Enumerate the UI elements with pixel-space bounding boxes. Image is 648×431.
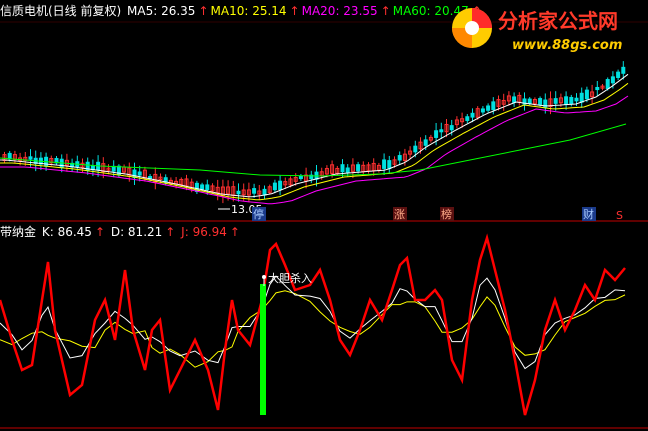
price-panel[interactable]: 13.05停涨榜财 S [0,61,629,222]
candle-body [236,190,241,195]
event-badge-label: 停 [253,207,264,221]
candle-body [512,96,517,103]
badge-s: S [616,209,623,222]
candle-body [345,167,350,173]
candle-body [465,116,470,121]
chart-canvas: 13.05停涨榜财 S 大胆杀入 [0,21,648,429]
event-badge-label: 涨 [394,208,405,221]
k-value: K: 86.45 [41,225,92,239]
up-arrow-icon: ↑ [198,4,209,18]
up-arrow-icon: ↑ [94,225,105,239]
candle-body [387,160,392,170]
stock-title: 信质电机(日线 前复权) [0,4,122,18]
candle-body [486,105,491,111]
up-arrow-icon: ↑ [289,4,300,18]
event-badge-label: 财 [583,207,594,221]
candle-body [205,184,210,191]
candle-body [382,159,387,169]
candle-body [579,92,584,103]
candle-body [616,71,621,78]
candle-body [397,155,402,161]
kdj-header: 带纳金 K: 86.45 ↑ D: 81.21 ↑ J: 96.94 ↑ [0,222,242,242]
candle-body [480,108,485,113]
candle-body [605,79,610,90]
candle-body [491,101,496,111]
logo-url: www.88gs.com [512,38,622,53]
candle-body [538,98,543,105]
candle-body [569,96,574,105]
candle-body [423,139,428,146]
candle-body [272,182,277,191]
candle-body [28,156,33,160]
candle-body [470,112,475,118]
candle-body [527,98,532,104]
price-header: 信质电机(日线 前复权) MA5: 26.35 ↑ MA10: 25.14 ↑ MA20… [0,1,486,21]
candle-body [7,152,12,160]
candle-body [584,89,589,100]
candle-body [252,188,257,194]
candle-body [449,125,454,131]
candle-body [137,171,142,176]
candle-body [621,66,626,74]
candle-body [610,76,615,84]
up-arrow-icon: ↑ [229,225,240,239]
logo-title: 分析家公式网 [498,9,618,33]
ma20-line [0,95,629,205]
candle-body [262,188,267,196]
ma-label-0: MA5: 26.35 [127,4,196,18]
event-badge-label: 榜 [441,207,452,221]
candle-body [595,86,600,91]
j-value: J: 96.94 [181,225,227,239]
j-line [0,233,626,416]
ma-label-2: MA20: 23.55 [301,4,378,18]
candle-body [356,164,361,172]
ma5-line [0,73,629,198]
candle-body [413,145,418,153]
candle-body [439,129,444,133]
up-arrow-icon: ↑ [380,4,391,18]
candle-body [434,130,439,138]
candle-body [278,180,283,191]
up-arrow-icon: ↑ [165,225,176,239]
ma-label-1: MA10: 25.14 [210,4,287,18]
d-value: D: 81.21 [110,225,163,239]
site-logo: 分析家公式网 www.88gs.com [452,8,622,53]
candle-body [553,98,558,104]
candle-body [574,97,579,102]
candle-body [298,175,303,180]
buy-signal-bar [260,284,266,415]
logo-swirl-icon [452,8,492,48]
candle-body [200,184,205,190]
candle-body [340,164,345,173]
signal-label: 大胆杀入 [268,271,312,285]
signal-dot [262,275,266,279]
indicator-name: 带纳金 [0,225,37,239]
kdj-panel[interactable]: 大胆杀入 [0,233,626,416]
candle-body [564,96,569,105]
